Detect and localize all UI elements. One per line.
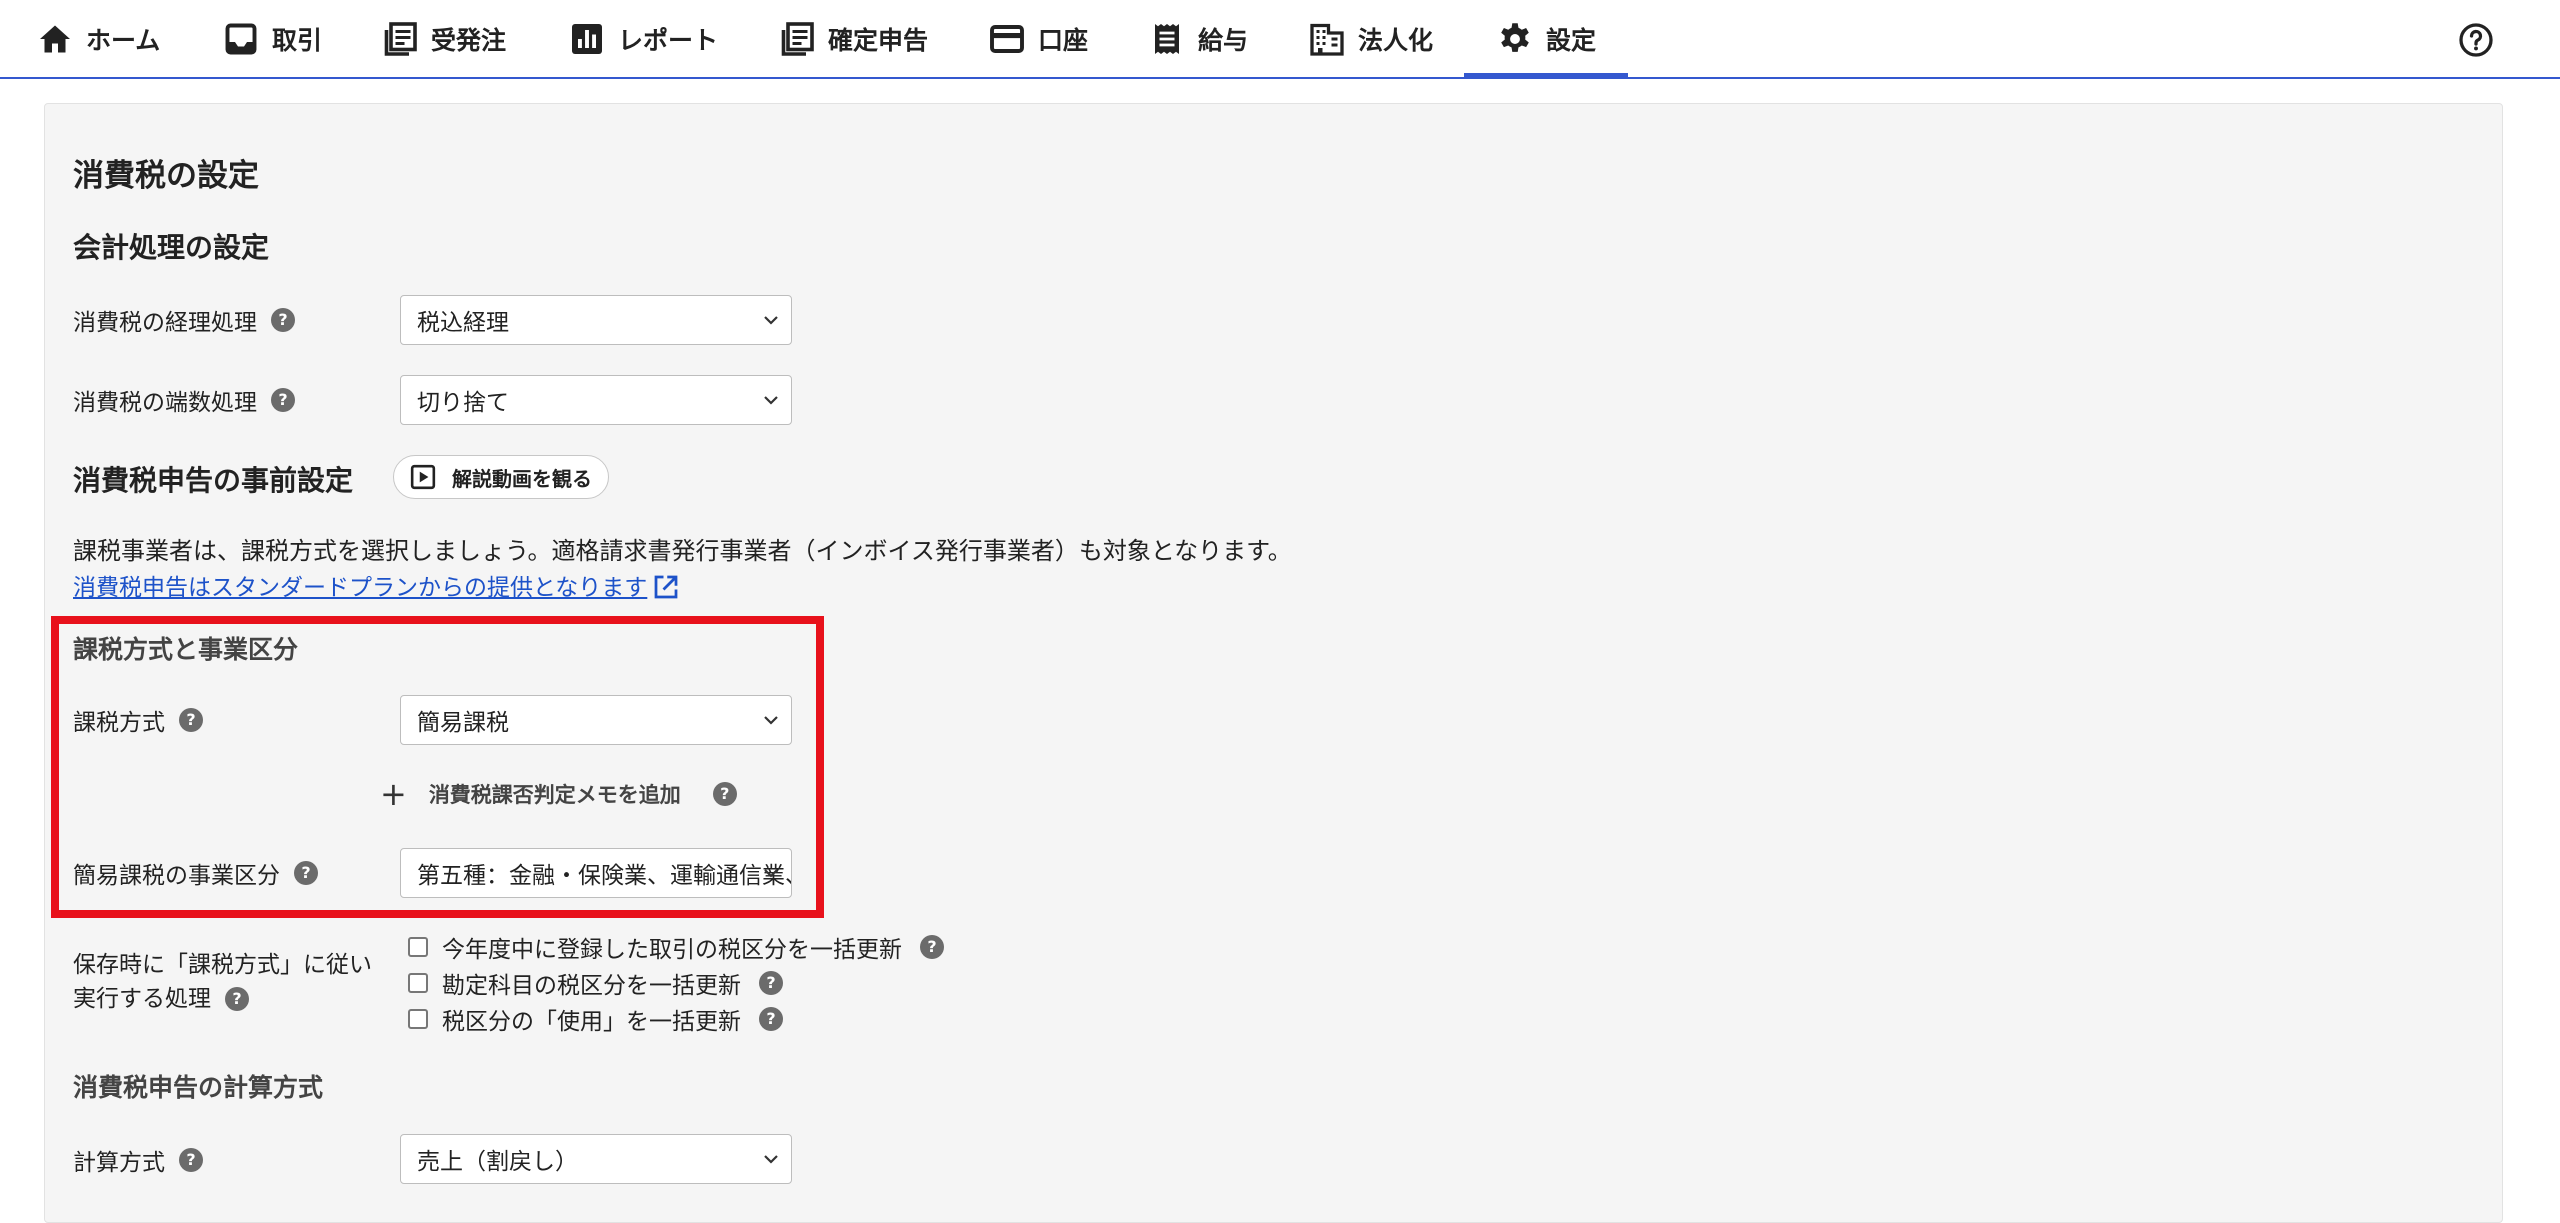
nav-item-label: レポート (618, 25, 719, 55)
field-label-text: 簡易課税の事業区分 (73, 863, 280, 889)
pre-filing-description: 課税事業者は、課税方式を選択しましょう。適格請求書発行事業者（インボイス発行事業… (73, 537, 1292, 565)
nav-item-tax-return[interactable]: 確定申告 (778, 0, 928, 77)
document-list-icon (778, 20, 816, 58)
field-label-text: 消費税の経理処理 (73, 310, 257, 336)
link-text: 消費税申告はスタンダードプランからの提供となります (73, 575, 648, 601)
update-usage-checkbox[interactable] (408, 1009, 428, 1029)
nav-item-label: 取引 (272, 25, 323, 55)
taxation-method-select[interactable]: 簡易課税 (400, 695, 792, 745)
tax-accounting-method-label: 消費税の経理処理 ? (73, 300, 295, 340)
tax-rounding-select[interactable]: 切り捨て (400, 375, 792, 425)
update-transactions-option: 今年度中に登録した取引の税区分を一括更新 ? (408, 932, 944, 963)
calculation-heading: 消費税申告の計算方式 (73, 1073, 324, 1102)
nav-item-accounts[interactable]: 口座 (988, 0, 1088, 77)
pre-filing-heading: 消費税申告の事前設定 (73, 464, 354, 497)
chevron-down-icon (764, 1155, 778, 1164)
field-label-text: 消費税の端数処理 (73, 390, 257, 416)
bar-chart-icon (568, 20, 606, 58)
field-label-text: 課税方式 (73, 710, 165, 736)
on-save-label-line2-row: 実行する処理 ? (73, 982, 372, 1016)
gear-icon (1496, 20, 1534, 58)
select-value: 第五種：金融・保険業、運輸通信業、サービス業 (417, 863, 791, 889)
standard-plan-link[interactable]: 消費税申告はスタンダードプランからの提供となります (73, 568, 681, 602)
calculation-method-select[interactable]: 売上（割戻し） (400, 1134, 792, 1184)
business-category-select[interactable]: 第五種：金融・保険業、運輸通信業、サービス業 (400, 848, 792, 898)
update-account-items-option: 勘定科目の税区分を一括更新 ? (408, 968, 783, 999)
nav-item-label: 給与 (1198, 25, 1249, 55)
nav-item-transactions[interactable]: 取引 (222, 0, 322, 77)
option-label: 勘定科目の税区分を一括更新 (442, 973, 741, 999)
help-icon[interactable]: ? (179, 1148, 203, 1172)
taxation-heading: 課税方式と事業区分 (73, 635, 299, 664)
nav-item-settings[interactable]: 設定 (1464, 0, 1629, 79)
building-icon (1308, 20, 1346, 58)
tax-rounding-label: 消費税の端数処理 ? (73, 380, 295, 420)
field-label-text: 計算方式 (73, 1150, 165, 1176)
home-icon (36, 20, 74, 58)
help-icon[interactable] (2458, 22, 2494, 58)
credit-card-icon (988, 20, 1026, 58)
nav-item-label: 口座 (1038, 25, 1089, 55)
page-title: 消費税の設定 (73, 158, 259, 194)
inbox-icon (222, 20, 260, 58)
top-navigation: ホーム 取引 受発注 レポート 確定申告 口座 給与 法人化 設定 (0, 0, 2560, 79)
help-icon[interactable]: ? (271, 388, 295, 412)
chevron-down-icon (764, 716, 778, 725)
option-label: 今年度中に登録した取引の税区分を一括更新 (442, 937, 902, 963)
calculation-method-label: 計算方式 ? (73, 1140, 203, 1180)
business-category-label: 簡易課税の事業区分 ? (73, 853, 318, 893)
watch-video-button[interactable]: 解説動画を観る (393, 455, 609, 499)
nav-item-reports[interactable]: レポート (568, 0, 718, 77)
select-value: 税込経理 (417, 310, 509, 336)
select-value: 売上（割戻し） (417, 1149, 578, 1175)
accounting-heading: 会計処理の設定 (73, 231, 270, 264)
nav-item-payroll[interactable]: 給与 (1148, 0, 1248, 77)
help-icon[interactable]: ? (759, 1007, 783, 1031)
nav-item-label: ホーム (86, 25, 161, 55)
document-list-icon (381, 20, 419, 58)
nav-item-label: 法人化 (1358, 25, 1434, 55)
nav-item-label: 確定申告 (828, 25, 929, 55)
nav-item-orders[interactable]: 受発注 (381, 0, 506, 77)
video-button-label: 解説動画を観る (452, 466, 592, 491)
plus-icon: + (380, 775, 407, 813)
on-save-label-line1: 保存時に「課税方式」に従い (73, 952, 372, 978)
nav-item-label: 受発注 (431, 25, 507, 55)
chevron-down-icon (764, 869, 778, 878)
help-icon[interactable]: ? (179, 708, 203, 732)
help-icon[interactable]: ? (225, 987, 249, 1011)
help-icon[interactable]: ? (712, 782, 737, 806)
option-label: 税区分の「使用」を一括更新 (442, 1009, 741, 1035)
help-icon[interactable]: ? (294, 861, 318, 885)
nav-item-label: 設定 (1546, 25, 1597, 55)
chevron-down-icon (764, 316, 778, 325)
help-icon[interactable]: ? (759, 971, 783, 995)
memo-button-label: 消費税課否判定メモを追加 (428, 783, 681, 807)
taxation-method-label: 課税方式 ? (73, 700, 203, 740)
update-account-items-checkbox[interactable] (408, 973, 428, 993)
select-value: 簡易課税 (417, 710, 509, 736)
nav-item-incorporation[interactable]: 法人化 (1308, 0, 1433, 77)
update-usage-option: 税区分の「使用」を一括更新 ? (408, 1004, 783, 1035)
update-transactions-checkbox[interactable] (408, 937, 428, 957)
help-icon[interactable]: ? (920, 935, 944, 959)
chevron-down-icon (764, 396, 778, 405)
select-value: 切り捨て (417, 390, 509, 416)
tax-accounting-method-select[interactable]: 税込経理 (400, 295, 792, 345)
receipt-icon (1148, 20, 1186, 58)
add-tax-memo-button[interactable]: + 消費税課否判定メモを追加 ? (380, 778, 737, 810)
on-save-label: 保存時に「課税方式」に従い 実行する処理 ? (73, 948, 372, 1016)
on-save-label-line2: 実行する処理 (73, 986, 211, 1012)
external-link-icon (654, 575, 678, 599)
nav-item-home[interactable]: ホーム (36, 0, 160, 77)
play-icon (410, 464, 436, 490)
help-icon[interactable]: ? (271, 308, 295, 332)
